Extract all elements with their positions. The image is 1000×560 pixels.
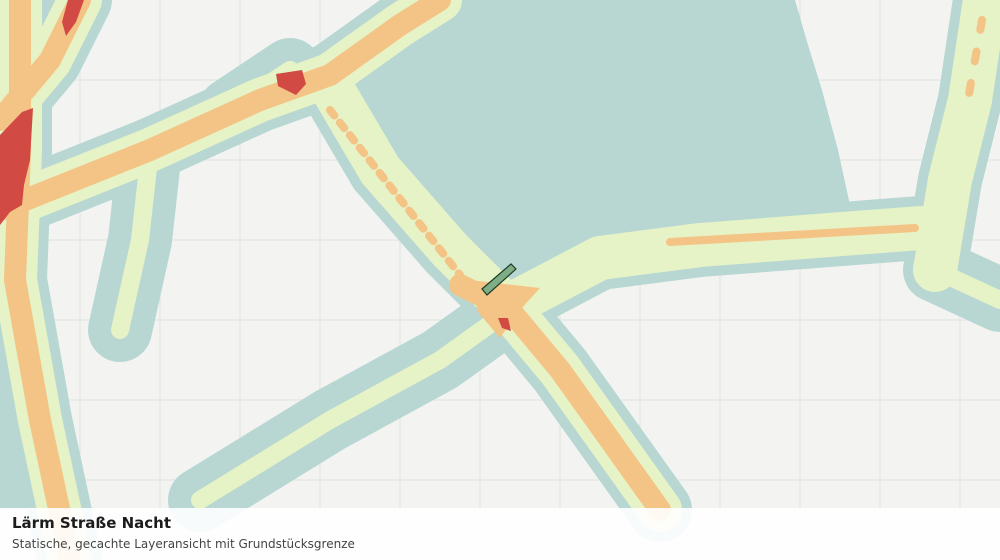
noise-map[interactable] [0,0,1000,560]
layer-title: Lärm Straße Nacht [12,514,172,532]
layer-caption: Lärm Straße Nacht Statische, gecachte La… [0,508,1000,560]
layer-subtitle: Statische, gecachte Layeransicht mit Gru… [12,537,355,551]
